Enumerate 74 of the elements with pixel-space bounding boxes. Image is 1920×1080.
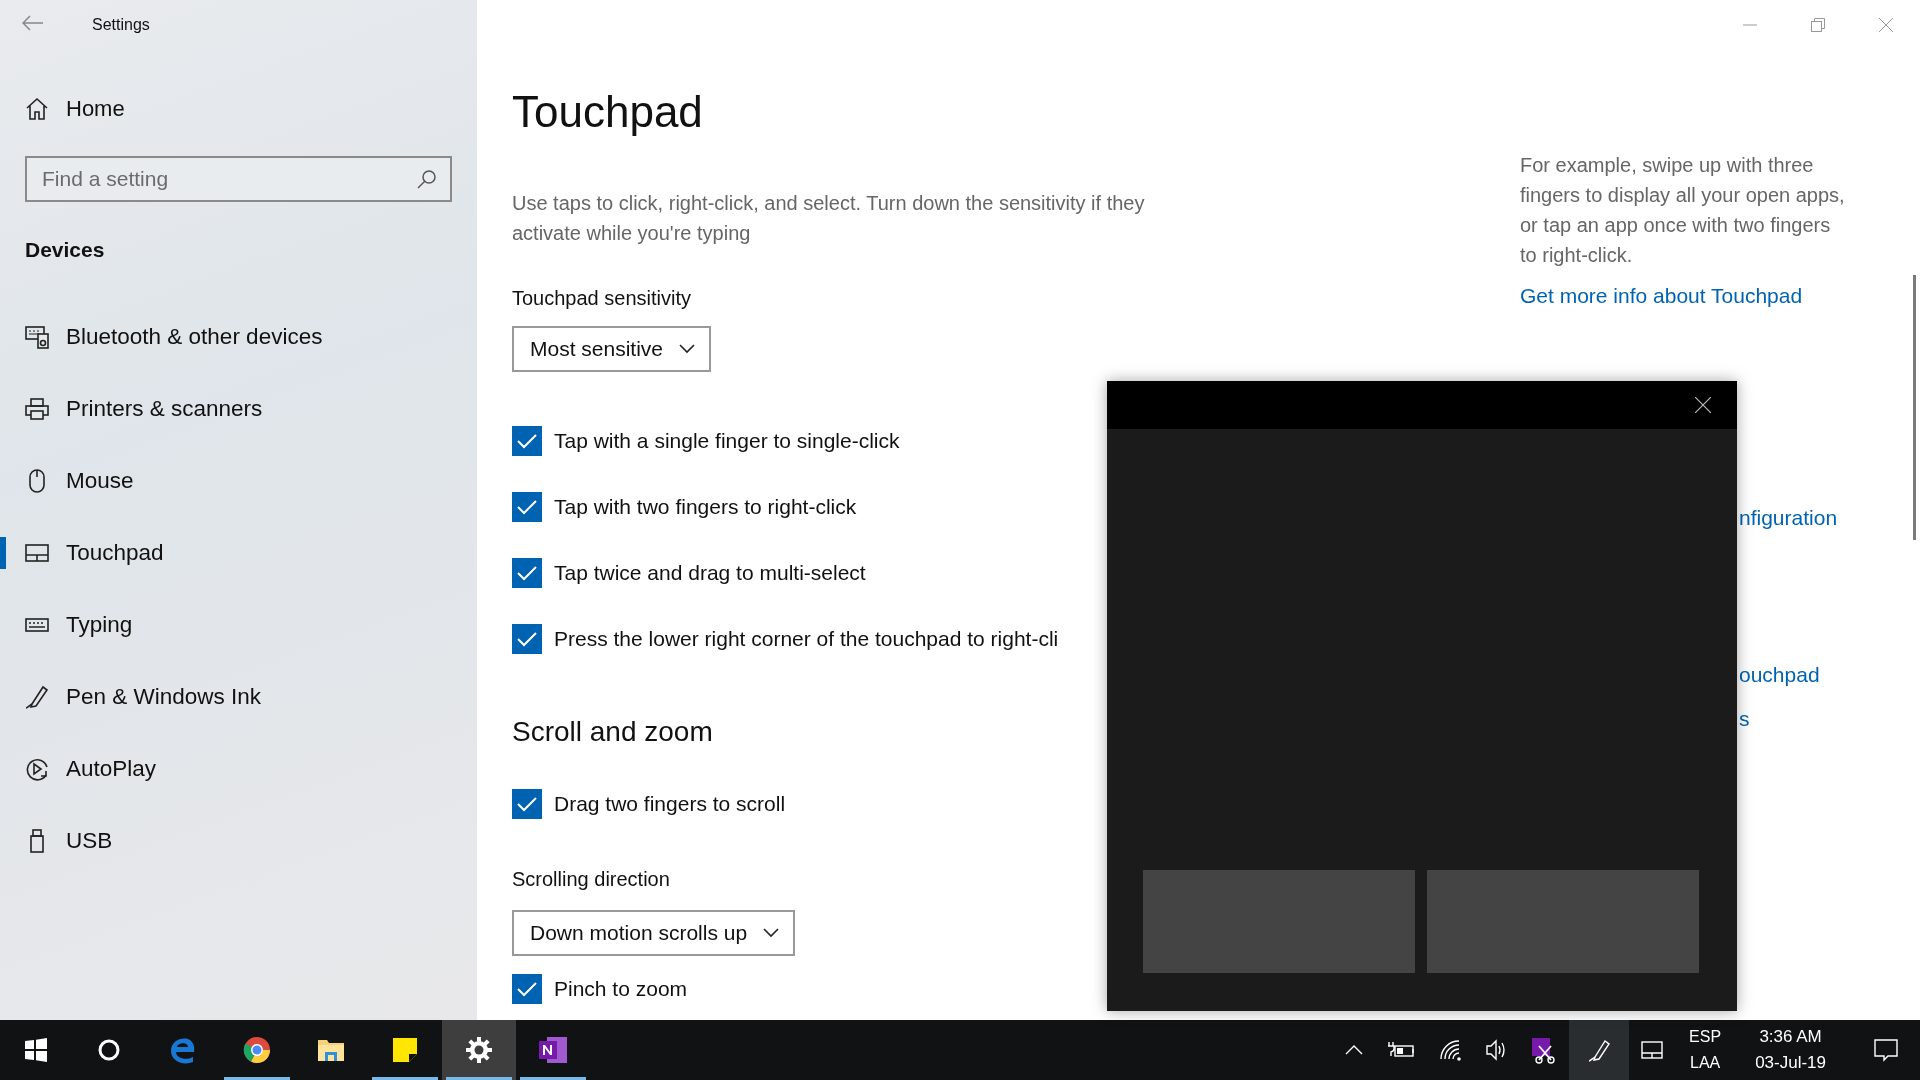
checkbox[interactable]	[512, 624, 542, 654]
clock-button[interactable]: 3:36 AM 03-Jul-19	[1735, 1020, 1846, 1080]
battery-icon	[1387, 1041, 1416, 1059]
sidebar-item[interactable]: Typing	[0, 588, 477, 661]
restore-icon	[1811, 18, 1825, 32]
sidebar-item[interactable]: Touchpad	[0, 516, 477, 589]
search-field[interactable]: Find a setting	[25, 156, 452, 202]
speaker-icon	[1485, 1039, 1508, 1061]
checkmark-icon	[517, 796, 537, 812]
ball-icon	[243, 1036, 271, 1064]
pen-icon	[1587, 1038, 1612, 1062]
checkbox-label: Tap with two fingers to right-click	[554, 494, 857, 521]
gear-icon	[465, 1036, 493, 1064]
checkbox[interactable]	[512, 789, 542, 819]
pen-tray-button[interactable]	[1569, 1020, 1630, 1080]
windows-icon	[23, 1036, 49, 1064]
speech-bubble-icon	[1874, 1038, 1898, 1062]
chevron-up-icon	[1345, 1045, 1364, 1055]
checkbox-label: Drag two fingers to scroll	[554, 791, 786, 818]
circle-icon	[97, 1038, 121, 1062]
letter-e-icon	[169, 1036, 197, 1064]
back-arrow-icon	[22, 15, 44, 31]
notebook-icon	[538, 1035, 568, 1065]
description-text: Use taps to click, right-click, and select. Turn down the sensitivity if they activate while you're typing	[512, 191, 1146, 246]
checkbox[interactable]	[512, 426, 542, 456]
checkbox[interactable]	[512, 492, 542, 522]
checkbox-label: Press the lower right corner of the touchpad to right-cli	[554, 626, 1059, 653]
checkbox[interactable]	[512, 558, 542, 588]
checkmark-icon	[517, 981, 537, 997]
section-heading: Devices	[25, 237, 106, 263]
window-title: Settings	[92, 15, 150, 35]
sticky-note-icon	[391, 1036, 419, 1064]
close-icon	[1695, 397, 1711, 413]
home-icon	[24, 95, 50, 122]
sidebar-item[interactable]: Printers & scanners	[0, 372, 477, 445]
scrollbar[interactable]	[1913, 275, 1916, 540]
minimize-icon	[1743, 24, 1757, 26]
settings-link[interactable]: ouchpad	[1739, 663, 1820, 686]
sidebar-item[interactable]: Bluetooth & other devices	[0, 300, 477, 373]
checkbox-label: Tap with a single finger to single-click	[554, 428, 900, 455]
language-button[interactable]: ESP LAA	[1675, 1020, 1736, 1080]
touchpad-icon	[1641, 1041, 1664, 1059]
field-label: Scrolling direction	[512, 867, 671, 892]
checkbox-label: Tap twice and drag to multi-select	[554, 560, 866, 587]
devices-icon	[24, 323, 50, 350]
scissors-icon	[1531, 1036, 1558, 1064]
checkmark-icon	[517, 433, 537, 449]
scroll-direction-dropdown[interactable]: Down motion scrolls up	[512, 910, 796, 956]
search-icon	[416, 168, 438, 190]
field-label: Touchpad sensitivity	[512, 286, 692, 311]
settings-link[interactable]: s	[1739, 706, 1750, 730]
info-link[interactable]: Get more info about Touchpad	[1520, 280, 1803, 312]
settings-link[interactable]: nfiguration	[1739, 505, 1838, 529]
home-link[interactable]: Home	[24, 92, 477, 125]
sensitivity-dropdown[interactable]: Most sensitive	[512, 326, 712, 372]
checkbox[interactable]	[512, 974, 542, 1004]
checkmark-icon	[517, 631, 537, 647]
sidebar-item[interactable]: Mouse	[0, 444, 477, 517]
checkmark-icon	[517, 499, 537, 515]
printer-icon	[24, 395, 50, 422]
section-heading: Scroll and zoom	[512, 715, 714, 749]
checkbox-label: Pinch to zoom	[554, 976, 688, 1003]
pen-icon	[24, 683, 50, 710]
chevron-down-icon	[679, 344, 696, 354]
page-title: Touchpad	[512, 86, 704, 138]
taskbar-app[interactable]	[442, 1020, 516, 1080]
info-text: For example, swipe up with three fingers to display all your open apps, or tap an app once with two fingers to right-click.	[1520, 153, 1845, 268]
wifi-icon	[1439, 1039, 1462, 1061]
sidebar-item[interactable]: Pen & Windows Ink	[0, 660, 477, 733]
chevron-down-icon	[763, 928, 780, 938]
sidebar-item[interactable]: AutoPlay	[0, 732, 477, 805]
sidebar-item[interactable]: USB	[0, 804, 477, 877]
close-icon	[1879, 18, 1893, 32]
checkmark-icon	[517, 565, 537, 581]
